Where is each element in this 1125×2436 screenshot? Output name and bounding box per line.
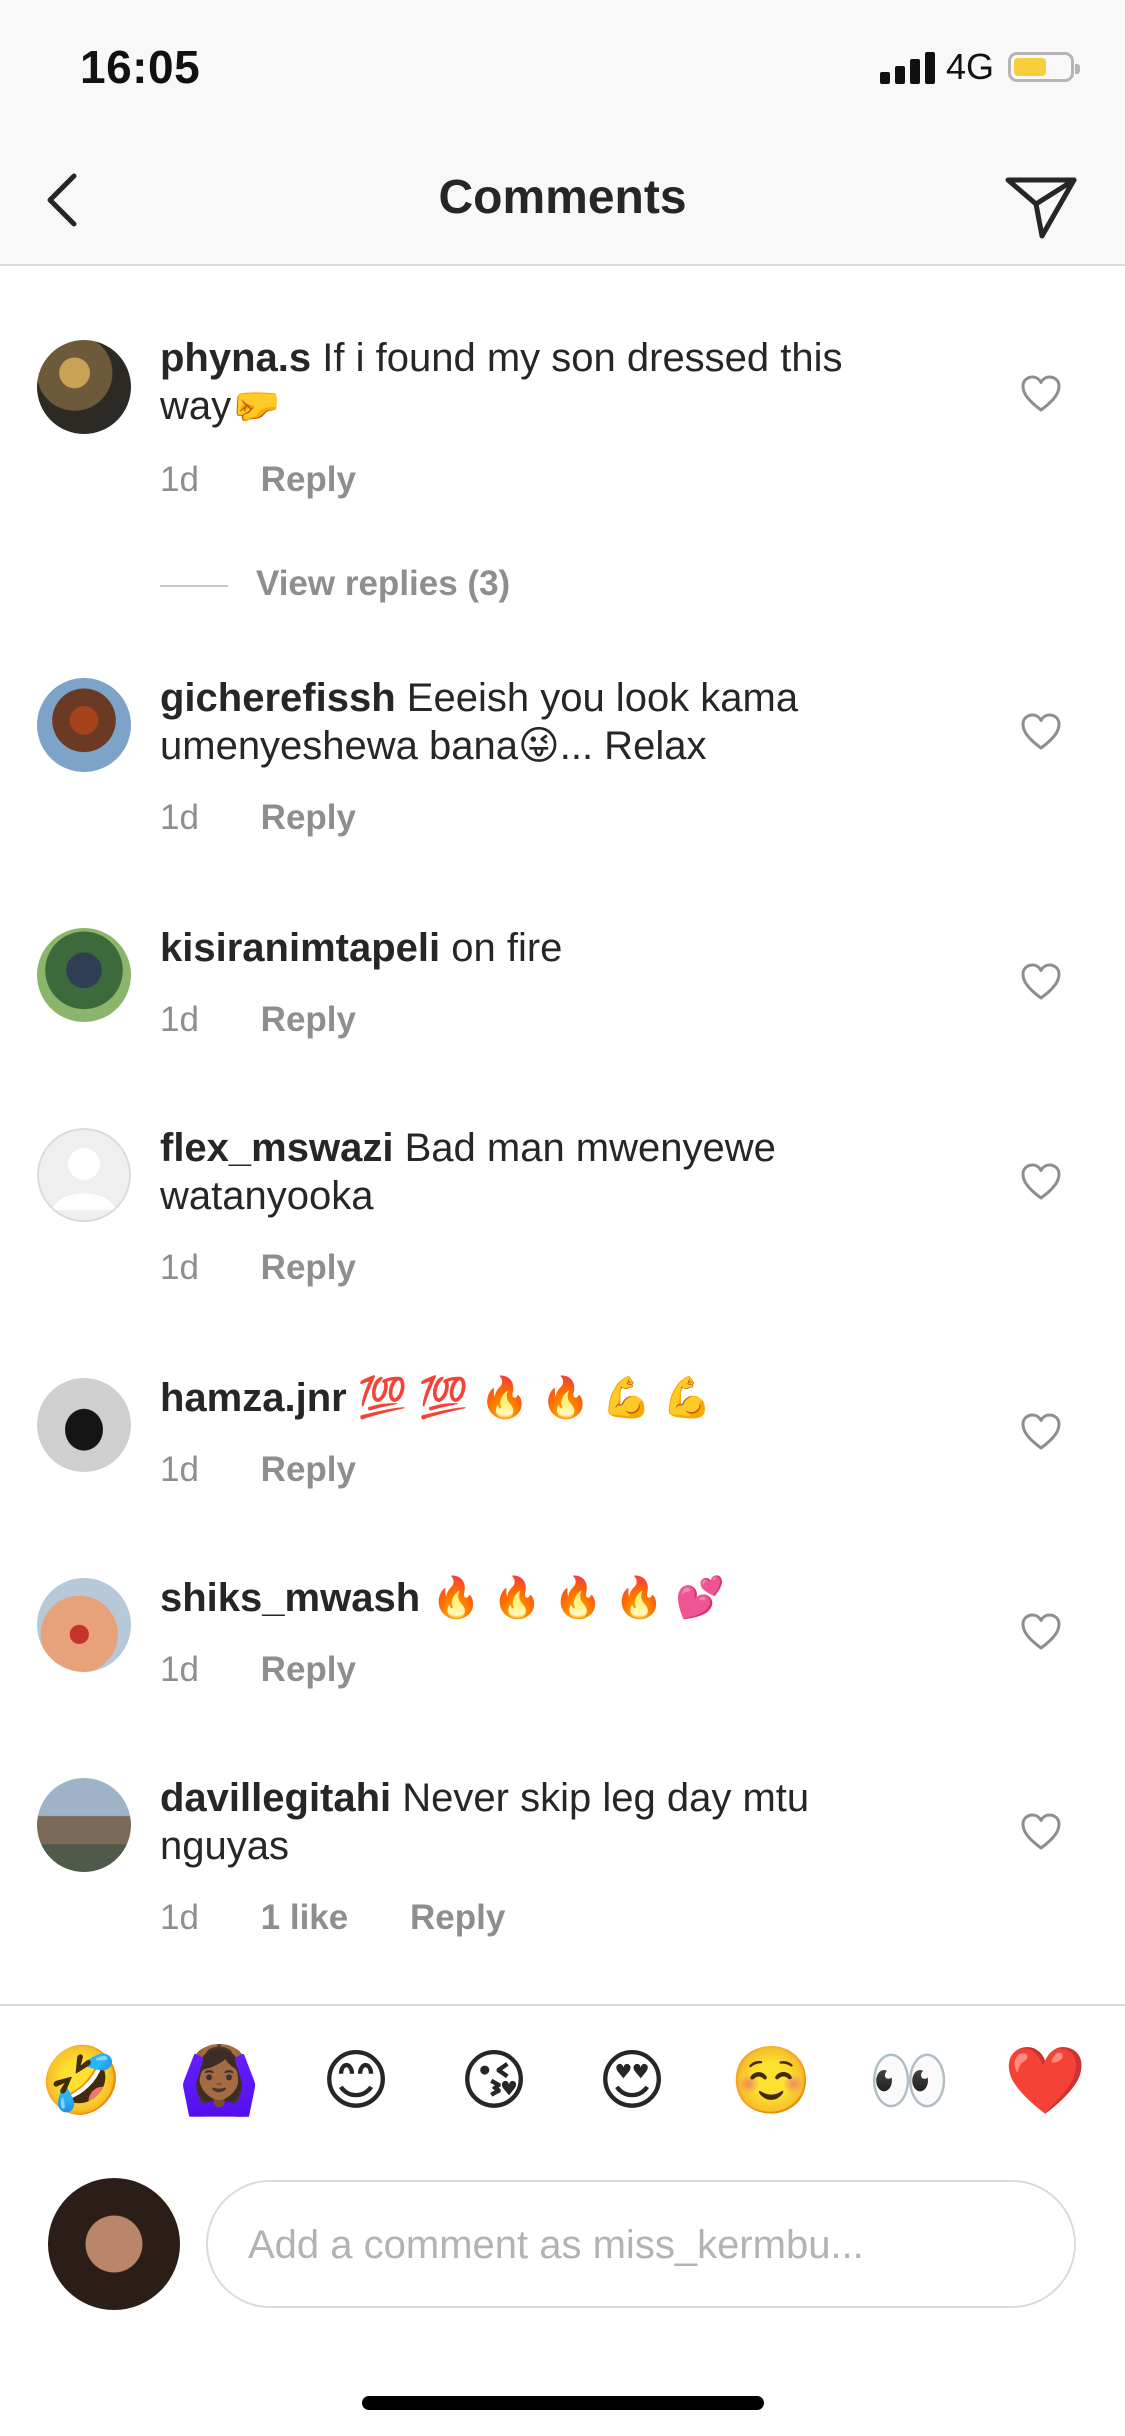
comment-item: kisiranimtapeli on fire 1d Reply bbox=[0, 890, 1125, 1060]
avatar[interactable] bbox=[37, 1578, 131, 1672]
comment-meta: 1d Reply bbox=[160, 1650, 356, 1690]
comment-input[interactable] bbox=[246, 2214, 1030, 2276]
comment-username[interactable]: flex_mswazi bbox=[160, 1126, 393, 1170]
emoji-smile[interactable]: 😊 bbox=[316, 2040, 396, 2120]
comment-username[interactable]: gicherefissh bbox=[160, 676, 396, 720]
comment-composer[interactable] bbox=[206, 2180, 1076, 2308]
comment-username[interactable]: davillegitahi bbox=[160, 1776, 391, 1820]
avatar[interactable] bbox=[37, 1128, 131, 1222]
heart-icon[interactable] bbox=[1020, 712, 1062, 752]
comment-username[interactable]: phyna.s bbox=[160, 336, 311, 380]
emoji-red-heart[interactable]: ❤️ bbox=[1004, 2040, 1086, 2120]
comment-username[interactable]: hamza.jnr bbox=[160, 1376, 347, 1420]
avatar[interactable] bbox=[37, 1378, 131, 1472]
status-bar: 16:05 4G bbox=[0, 0, 1125, 140]
comment-username[interactable]: shiks_mwash bbox=[160, 1576, 420, 1620]
likes-count[interactable]: 1 like bbox=[261, 1898, 349, 1937]
signal-icon bbox=[880, 52, 936, 84]
emoji-rofl[interactable]: 🤣 bbox=[40, 2040, 122, 2120]
comment-meta: 1d Reply bbox=[160, 460, 356, 500]
network-type: 4G bbox=[946, 46, 995, 87]
reply-button[interactable]: Reply bbox=[261, 1650, 356, 1689]
comment-age: 1d bbox=[160, 1450, 199, 1489]
reply-button[interactable]: Reply bbox=[261, 1450, 356, 1489]
avatar[interactable] bbox=[37, 678, 131, 772]
comment-meta: 1d Reply bbox=[160, 798, 356, 838]
heart-icon[interactable] bbox=[1020, 1412, 1062, 1452]
comment-meta: 1d 1 like Reply bbox=[160, 1898, 505, 1938]
comment-meta: 1d Reply bbox=[160, 1248, 356, 1288]
heart-icon[interactable] bbox=[1020, 962, 1062, 1002]
navigation-header: Comments bbox=[0, 140, 1125, 266]
comment-age: 1d bbox=[160, 798, 199, 837]
reply-button[interactable]: Reply bbox=[261, 1248, 356, 1287]
emoji-ok-gesture[interactable]: 🙆🏾‍♀️ bbox=[178, 2040, 260, 2120]
reply-button[interactable]: Reply bbox=[261, 1000, 356, 1039]
comment-item: phyna.s If i found my son dressed this w… bbox=[0, 300, 1125, 510]
heart-icon[interactable] bbox=[1020, 374, 1062, 414]
view-replies-button[interactable]: View replies (3) bbox=[160, 564, 510, 608]
home-indicator[interactable] bbox=[362, 2396, 764, 2410]
comment-age: 1d bbox=[160, 1898, 199, 1937]
emoji-eyes[interactable]: 👀 bbox=[868, 2040, 950, 2120]
divider bbox=[160, 584, 228, 587]
comment-item: davillegitahi Never skip leg day mtu ngu… bbox=[0, 1740, 1125, 1970]
comment-item: gicherefissh Eeeish you look kama umenye… bbox=[0, 640, 1125, 850]
battery-icon bbox=[1008, 52, 1080, 82]
comment-text: 💯 💯 🔥 🔥 💪 💪 bbox=[357, 1376, 713, 1420]
comment-age: 1d bbox=[160, 1000, 199, 1039]
comment-meta: 1d Reply bbox=[160, 1450, 356, 1490]
avatar[interactable] bbox=[37, 1778, 131, 1872]
emoji-quick-bar: 🤣 🙆🏾‍♀️ 😊 😘 😍 ☺️ 👀 ❤️ bbox=[0, 2040, 1125, 2130]
comment-text: on fire bbox=[451, 926, 563, 970]
heart-icon[interactable] bbox=[1020, 1612, 1062, 1652]
comment-text: 🔥 🔥 🔥 🔥 💕 bbox=[431, 1576, 725, 1620]
divider bbox=[0, 2004, 1125, 2006]
reply-button[interactable]: Reply bbox=[261, 460, 356, 499]
emoji-heart-eyes[interactable]: 😍 bbox=[592, 2040, 672, 2120]
heart-icon[interactable] bbox=[1020, 1812, 1062, 1852]
comment-age: 1d bbox=[160, 1650, 199, 1689]
default-avatar-icon bbox=[53, 1148, 115, 1210]
comment-username[interactable]: kisiranimtapeli bbox=[160, 926, 440, 970]
comment-item: shiks_mwash 🔥 🔥 🔥 🔥 💕 1d Reply bbox=[0, 1540, 1125, 1710]
page-title: Comments bbox=[438, 171, 687, 224]
comment-age: 1d bbox=[160, 1248, 199, 1287]
comment-item: flex_mswazi Bad man mwenyewe watanyooka … bbox=[0, 1090, 1125, 1310]
comment-age: 1d bbox=[160, 460, 199, 499]
reply-button[interactable]: Reply bbox=[410, 1898, 505, 1937]
avatar[interactable] bbox=[37, 928, 131, 1022]
comment-item: hamza.jnr 💯 💯 🔥 🔥 💪 💪 1d Reply bbox=[0, 1340, 1125, 1510]
paper-plane-icon[interactable] bbox=[1000, 164, 1080, 244]
emoji-relaxed[interactable]: ☺️ bbox=[730, 2040, 812, 2120]
view-replies-label: View replies (3) bbox=[256, 564, 511, 603]
status-time: 16:05 bbox=[80, 41, 201, 93]
avatar[interactable] bbox=[37, 340, 131, 434]
heart-icon[interactable] bbox=[1020, 1162, 1062, 1202]
current-user-avatar bbox=[48, 2178, 180, 2310]
emoji-kiss[interactable]: 😘 bbox=[454, 2040, 534, 2120]
comment-meta: 1d Reply bbox=[160, 1000, 356, 1040]
reply-button[interactable]: Reply bbox=[261, 798, 356, 837]
